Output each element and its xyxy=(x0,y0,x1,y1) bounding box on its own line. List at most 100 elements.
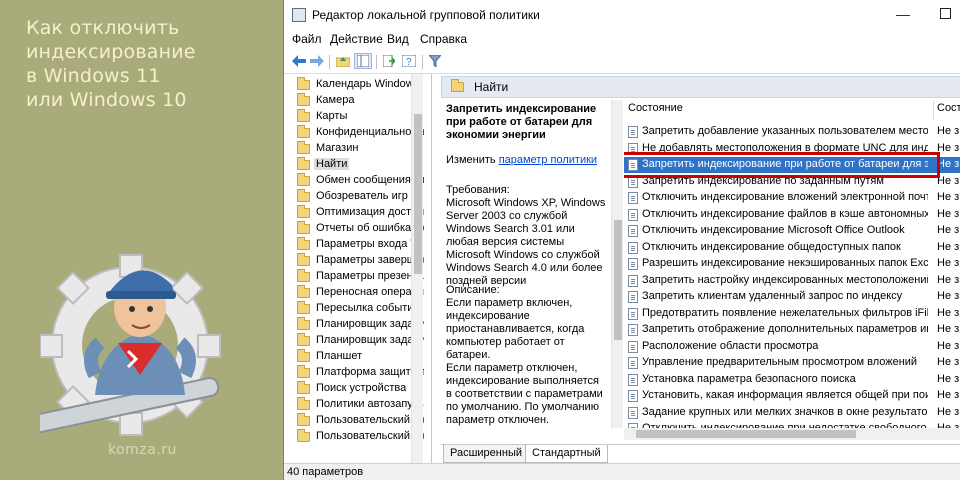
policy-row[interactable]: Запретить настройку индексированных мест… xyxy=(624,273,960,289)
policy-name: Задание крупных или мелких значков в окн… xyxy=(642,405,928,418)
category-header: Найти xyxy=(441,76,960,98)
maximize-button[interactable] xyxy=(940,8,951,19)
tree-item[interactable]: Политики автозапуска xyxy=(284,397,424,413)
folder-icon xyxy=(297,381,310,394)
scrollbar-thumb[interactable] xyxy=(614,220,622,340)
tree-item[interactable]: Обмен сообщениями xyxy=(284,173,424,189)
tree-item[interactable]: Конфиденциальность xyxy=(284,125,424,141)
tree-item[interactable]: Поиск устройства xyxy=(284,381,424,397)
tree-item[interactable]: Планировщик заданий xyxy=(284,317,424,333)
tree-item[interactable]: Параметры завершения xyxy=(284,253,424,269)
policy-settings-list: Состояние Сост Запретить добавление указ… xyxy=(624,100,960,436)
view-tabs: Расширенный Стандартный xyxy=(441,444,960,463)
policy-setting-icon xyxy=(628,324,638,336)
policy-state: Не з xyxy=(937,372,960,385)
folder-icon xyxy=(297,237,310,250)
tree-item[interactable]: Магазин xyxy=(284,141,424,157)
policy-row[interactable]: Отключить индексирование Microsoft Offic… xyxy=(624,223,960,239)
help-icon[interactable]: ? xyxy=(400,53,418,69)
tab-standard[interactable]: Стандартный xyxy=(525,445,608,463)
policy-name: Установить, какая информация является об… xyxy=(642,389,928,401)
minimize-button[interactable]: — xyxy=(896,6,910,22)
back-arrow-icon[interactable] xyxy=(290,53,308,69)
tree-item[interactable]: Найти xyxy=(284,157,424,173)
tree-item[interactable]: Платформа защиты программ xyxy=(284,365,424,381)
tree-item[interactable]: Пользовательский инт xyxy=(284,429,424,445)
tree-item-label: Отчеты об ошибках Windows xyxy=(316,222,424,234)
policy-row[interactable]: Запретить добавление указанных пользоват… xyxy=(624,124,960,140)
tree-item-label: Переносная операционная xyxy=(316,286,424,298)
tree-item[interactable]: Переносная операционная xyxy=(284,285,424,301)
policy-title: Запретить индексирование при работе от б… xyxy=(446,103,597,141)
scrollbar-thumb[interactable] xyxy=(636,430,856,438)
policy-row[interactable]: Установка параметра безопасного поиска Не… xyxy=(624,372,960,388)
tree-item[interactable]: Планировщик заданий xyxy=(284,333,424,349)
tree-item[interactable]: Пересылка событий xyxy=(284,301,424,317)
tree-item[interactable]: Параметры презентации xyxy=(284,269,424,285)
policy-row[interactable]: Расположение области просмотра Не з xyxy=(624,339,960,355)
tree-item-label: Пользовательский инт xyxy=(316,414,424,426)
forward-arrow-icon[interactable] xyxy=(308,53,326,69)
tab-extended[interactable]: Расширенный xyxy=(443,445,529,463)
tree-item[interactable]: Отчеты об ошибках Windows xyxy=(284,221,424,237)
tree-item[interactable]: Планшет xyxy=(284,349,424,365)
title-bar: Редактор локальной групповой политики — xyxy=(284,0,960,30)
tree-item[interactable]: Пользовательский инт xyxy=(284,413,424,429)
column-header-status[interactable]: Сост xyxy=(937,102,960,114)
tree-item-label: Параметры входа Windows xyxy=(316,238,424,250)
folder-up-icon[interactable] xyxy=(334,53,352,69)
toolbar: ? xyxy=(284,50,960,74)
policy-setting-icon xyxy=(628,373,638,386)
policy-row[interactable]: Управление предварительным просмотром вл… xyxy=(624,355,960,371)
tree-item[interactable]: Оптимизация доставки xyxy=(284,205,424,221)
folder-icon xyxy=(297,301,310,314)
scrollbar-thumb[interactable] xyxy=(414,114,422,274)
tree-item[interactable]: Камера xyxy=(284,93,424,109)
policy-state: Не з xyxy=(937,273,960,286)
policy-setting-icon xyxy=(628,357,638,369)
filter-icon[interactable] xyxy=(426,53,444,69)
policy-row[interactable]: Отключить индексирование вложений электр… xyxy=(624,190,960,206)
edit-policy-link[interactable]: параметр политики xyxy=(499,154,597,166)
policy-name: Запретить клиентам удаленный запрос по и… xyxy=(642,290,903,302)
menu-action[interactable]: Действие xyxy=(330,32,383,46)
folder-icon xyxy=(297,109,310,122)
policy-row[interactable]: Запретить клиентам удаленный запрос по и… xyxy=(624,289,960,305)
description-scrollbar[interactable] xyxy=(611,100,623,428)
policy-name: Предотвратить появление нежелательных фи… xyxy=(642,306,928,319)
policy-row[interactable]: Предотвратить появление нежелательных фи… xyxy=(624,306,960,322)
policy-setting-icon xyxy=(628,192,638,204)
column-divider[interactable] xyxy=(933,100,934,120)
policy-state: Не з xyxy=(937,290,960,302)
menu-file[interactable]: Файл xyxy=(292,32,322,46)
menu-help[interactable]: Справка xyxy=(420,32,467,46)
policy-row[interactable]: Запретить отображение дополнительных пар… xyxy=(624,322,960,338)
policy-row[interactable]: Отключить индексирование общедоступных п… xyxy=(624,240,960,256)
tree-item-label: Календарь Windows xyxy=(316,78,420,90)
policy-row[interactable]: Задание крупных или мелких значков в окн… xyxy=(624,405,960,421)
tree-item-label: Конфиденциальность xyxy=(316,126,424,138)
policy-row[interactable]: Установить, какая информация является об… xyxy=(624,388,960,404)
export-icon[interactable] xyxy=(380,53,398,69)
show-hide-tree-icon[interactable] xyxy=(354,53,372,69)
status-count: 40 параметров xyxy=(287,466,364,478)
tree-item[interactable]: Карты xyxy=(284,109,424,125)
column-header-state[interactable]: Состояние xyxy=(628,102,683,114)
app-icon xyxy=(292,8,306,22)
article-banner: Как отключить индексирование в Windows 1… xyxy=(0,0,283,480)
gpedit-window: Редактор локальной групповой политики — … xyxy=(283,0,960,480)
horizontal-scrollbar[interactable] xyxy=(624,428,960,440)
policy-setting-icon xyxy=(628,126,638,138)
policy-row[interactable]: Отключить индексирование файлов в кэше а… xyxy=(624,207,960,223)
folder-icon xyxy=(297,365,310,378)
tree-item[interactable]: Календарь Windows xyxy=(284,77,424,93)
menu-view[interactable]: Вид xyxy=(387,32,409,46)
policy-setting-icon xyxy=(628,340,638,353)
policy-state: Не з xyxy=(937,356,960,368)
tree-item-label: Политики автозапуска xyxy=(316,398,424,410)
policy-row[interactable]: Разрешить индексирование некэшированных … xyxy=(624,256,960,272)
tree-item[interactable]: Параметры входа Windows xyxy=(284,237,424,253)
tree-scrollbar[interactable] xyxy=(411,74,423,463)
tree-item[interactable]: Обозреватель игр xyxy=(284,189,424,205)
folder-icon xyxy=(297,269,310,282)
